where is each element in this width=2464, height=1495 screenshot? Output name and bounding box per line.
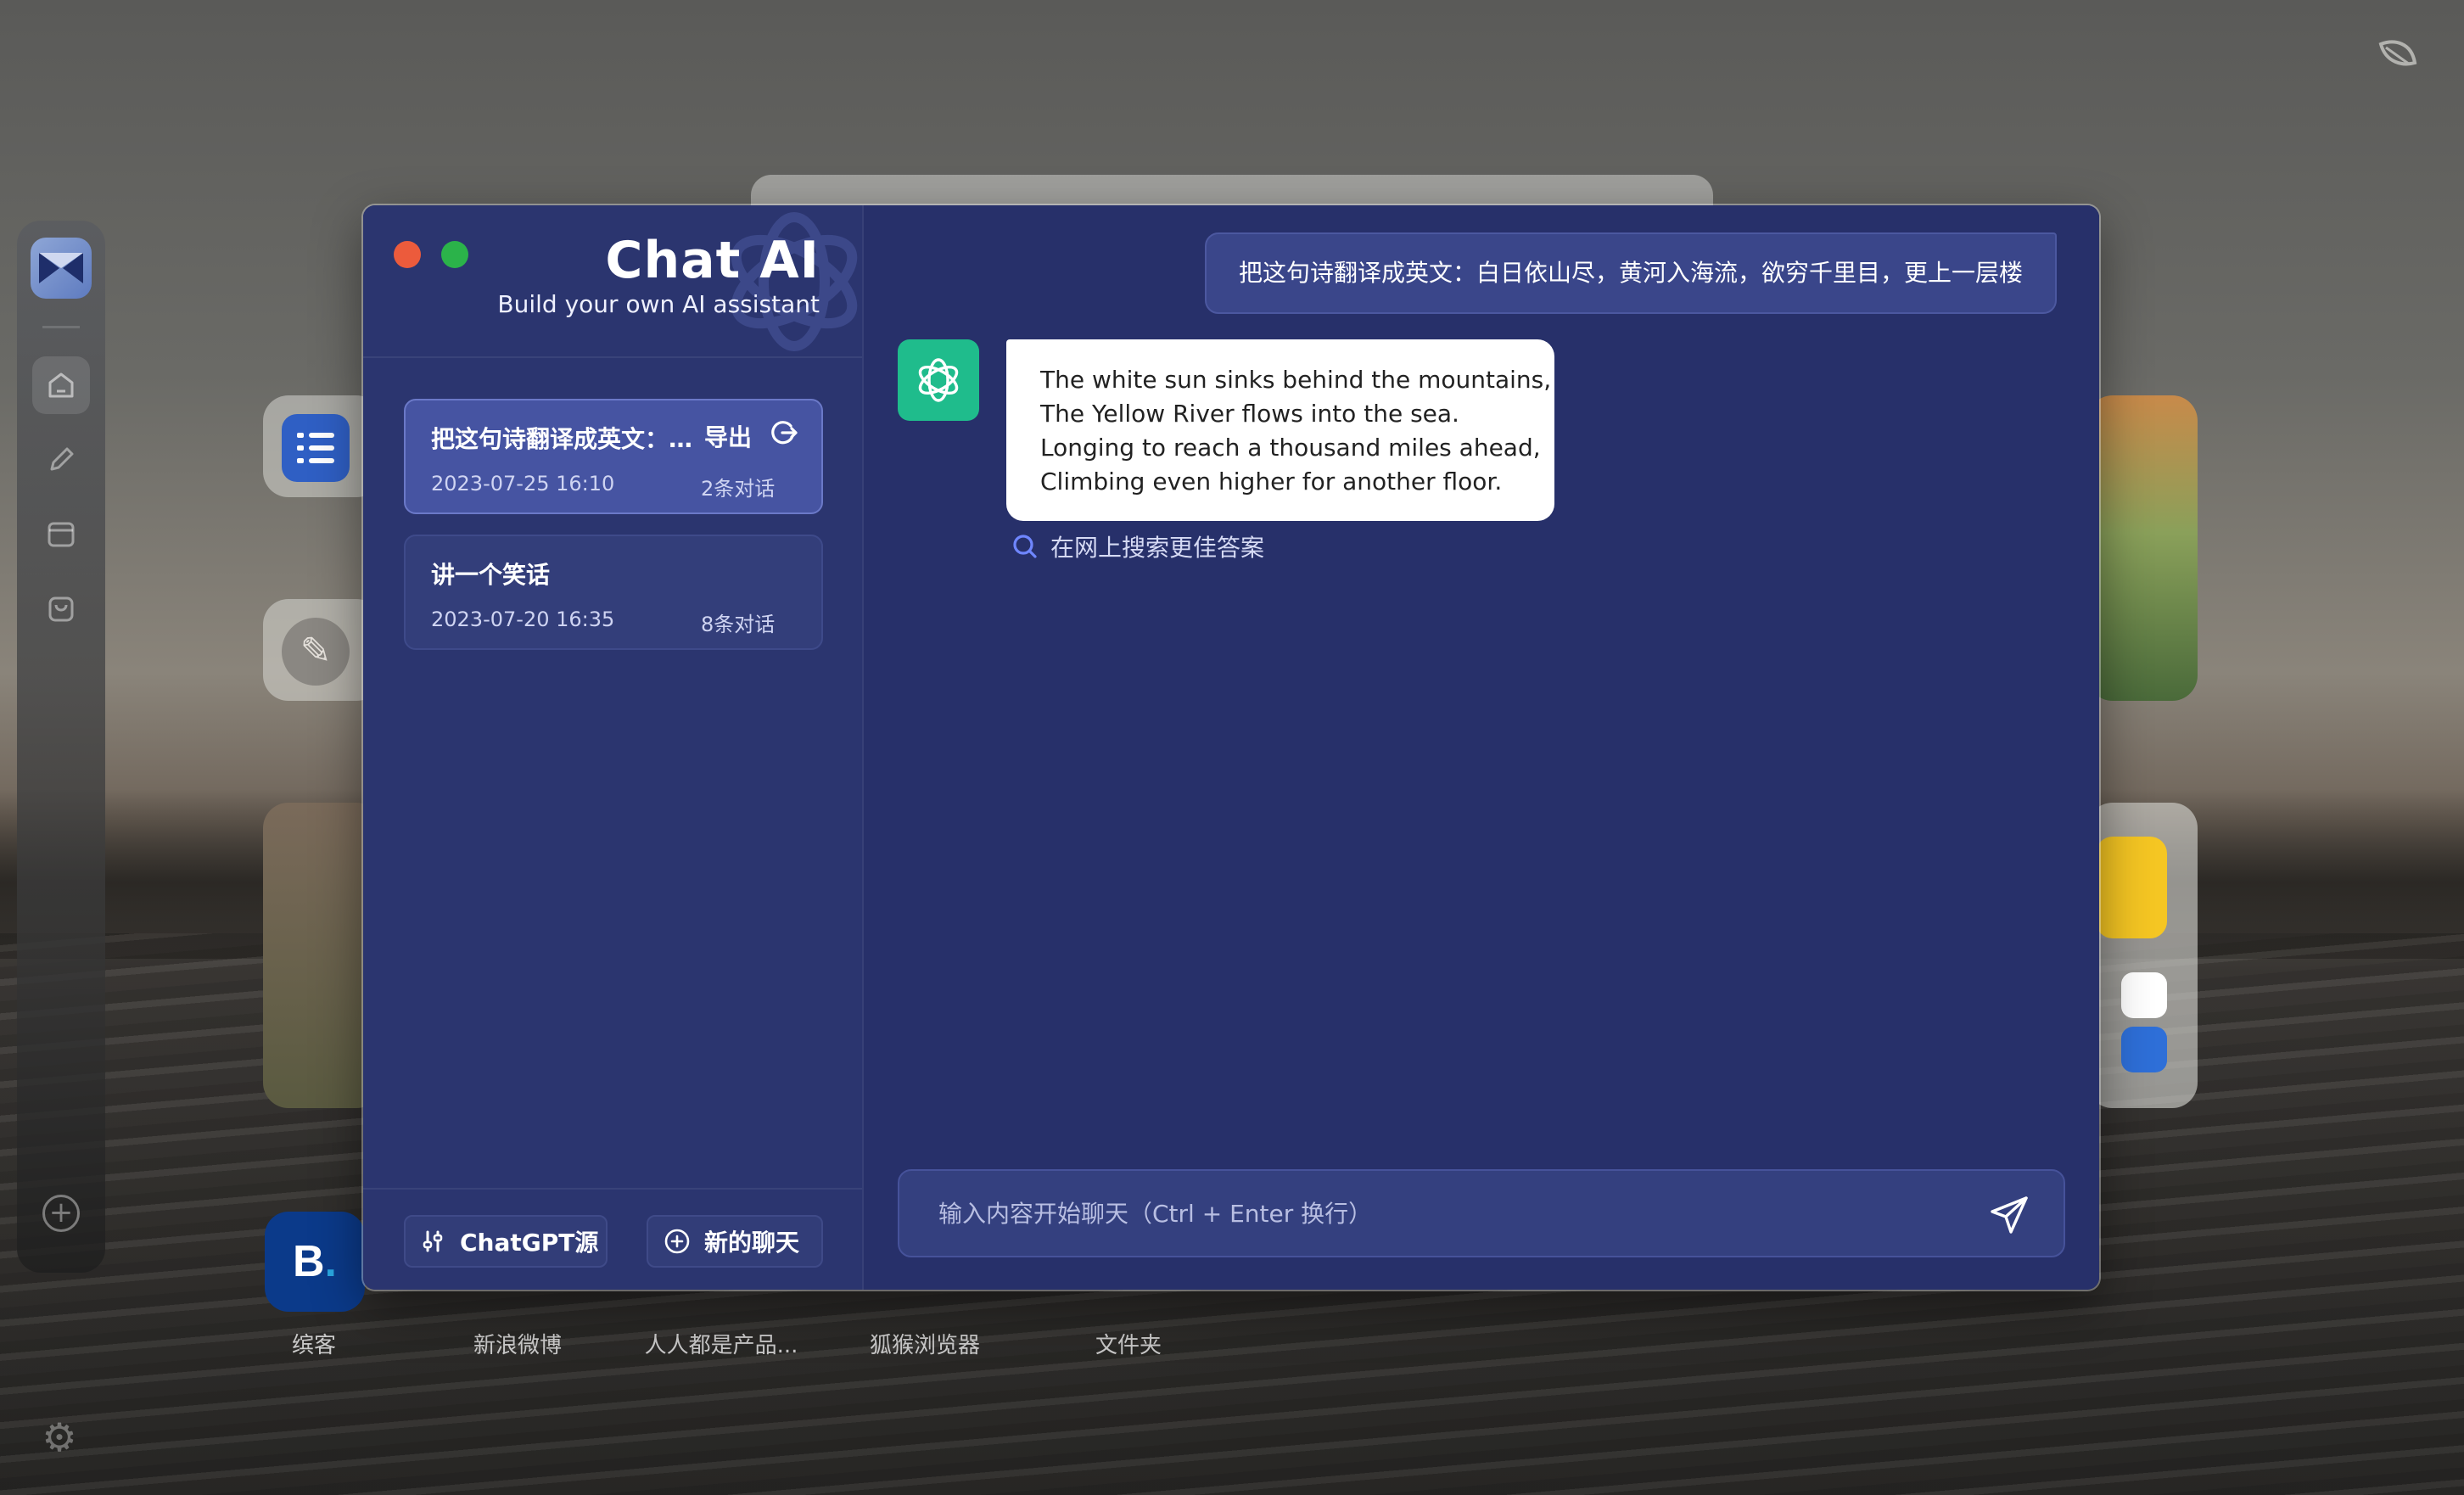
chat-panel: 把这句诗翻译成英文：白日依山尽，黄河入海流，欲穷千里目，更上一层楼 The wh…: [864, 205, 2099, 1290]
bottom-app-label: 狐猴浏览器: [869, 1333, 980, 1358]
app-logo-icon[interactable]: [31, 238, 92, 299]
left-dock: +: [17, 221, 105, 1273]
pencil-icon[interactable]: ✎: [282, 618, 350, 686]
home-icon[interactable]: [32, 356, 90, 414]
assistant-message-line: The Yellow River flows into the sea.: [1040, 400, 1459, 428]
conversation-count: 8条对话: [701, 613, 776, 636]
settings-gear-icon[interactable]: ⚙: [39, 1417, 80, 1458]
music-app-icon[interactable]: [2096, 837, 2167, 938]
conversation-sidebar: Chat AI Build your own AI assistant 把这句诗…: [363, 205, 864, 1290]
download-app-icon[interactable]: [2121, 1027, 2167, 1072]
window-maximize-button[interactable]: [441, 241, 468, 268]
chat-ai-window: Chat AI Build your own AI assistant 把这句诗…: [363, 205, 2099, 1290]
app-subtitle: Build your own AI assistant: [497, 290, 820, 318]
new-chat-button[interactable]: 新的聊天: [647, 1215, 823, 1268]
export-button[interactable]: 导出: [704, 419, 752, 453]
assistant-message-line: The white sun sinks behind the mountains…: [1040, 366, 1552, 394]
conversation-count: 2条对话: [701, 477, 776, 501]
bottom-app-label: 人人都是产品...: [644, 1333, 798, 1358]
chatgpt-source-label: ChatGPT源: [460, 1229, 599, 1257]
conversation-item[interactable]: 讲一个笑话 2023-07-20 16:35 8条对话: [404, 535, 823, 650]
bottom-app-label: 新浪微博: [473, 1333, 562, 1358]
search-web-link[interactable]: 在网上搜索更佳答案: [1011, 529, 1264, 563]
video-app-icon[interactable]: [2121, 972, 2167, 1018]
bottom-app-label: 文件夹: [1095, 1333, 1162, 1358]
conversation-title: 讲一个笑话: [431, 561, 551, 589]
conversation-date: 2023-07-20 16:35: [431, 608, 615, 631]
user-message: 把这句诗翻译成英文：白日依山尽，黄河入海流，欲穷千里目，更上一层楼: [1204, 232, 2057, 314]
send-button[interactable]: [1985, 1191, 2033, 1239]
message-input-box: [898, 1169, 2065, 1257]
assistant-message: The white sun sinks behind the mountains…: [1006, 339, 1554, 521]
new-chat-label: 新的聊天: [704, 1229, 800, 1257]
chatgpt-source-button[interactable]: ChatGPT源: [404, 1215, 608, 1268]
chatgpt-avatar-icon: [898, 339, 979, 421]
sidebar-footer: ChatGPT源 新的聊天: [363, 1188, 862, 1290]
app-title: Chat AI: [605, 231, 820, 290]
sidebar-header: Chat AI Build your own AI assistant: [363, 205, 862, 358]
search-web-label: 在网上搜索更佳答案: [1050, 534, 1265, 562]
background-widget-apps: [2087, 803, 2198, 1108]
add-icon[interactable]: +: [42, 1195, 80, 1232]
code-icon[interactable]: [32, 506, 90, 563]
bottom-app-label: 缤客: [291, 1333, 336, 1358]
search-icon: [1013, 535, 1037, 558]
export-icon[interactable]: [769, 417, 799, 448]
message-input[interactable]: [938, 1171, 1957, 1256]
booking-app-icon[interactable]: B.: [265, 1212, 365, 1312]
conversation-item[interactable]: 把这句诗翻译成英文：... 导出 2023-07-25 16:10 2条对话: [404, 399, 823, 514]
assistant-message-line: Longing to reach a thousand miles ahead,: [1040, 434, 1541, 462]
bag-icon[interactable]: [32, 580, 90, 638]
conversation-title: 把这句诗翻译成英文：...: [431, 425, 694, 453]
sliders-icon: [423, 1230, 443, 1252]
dock-divider: [42, 326, 80, 328]
window-close-button[interactable]: [394, 241, 421, 268]
todo-app-icon[interactable]: [282, 414, 350, 482]
leaf-icon[interactable]: [2376, 37, 2420, 75]
send-icon: [1991, 1196, 2028, 1234]
background-widget-calendar: [2087, 395, 2198, 701]
plus-circle-icon: [664, 1229, 690, 1254]
conversation-date: 2023-07-25 16:10: [431, 472, 615, 496]
edit-icon[interactable]: [32, 431, 90, 489]
assistant-message-line: Climbing even higher for another floor.: [1040, 468, 1503, 496]
